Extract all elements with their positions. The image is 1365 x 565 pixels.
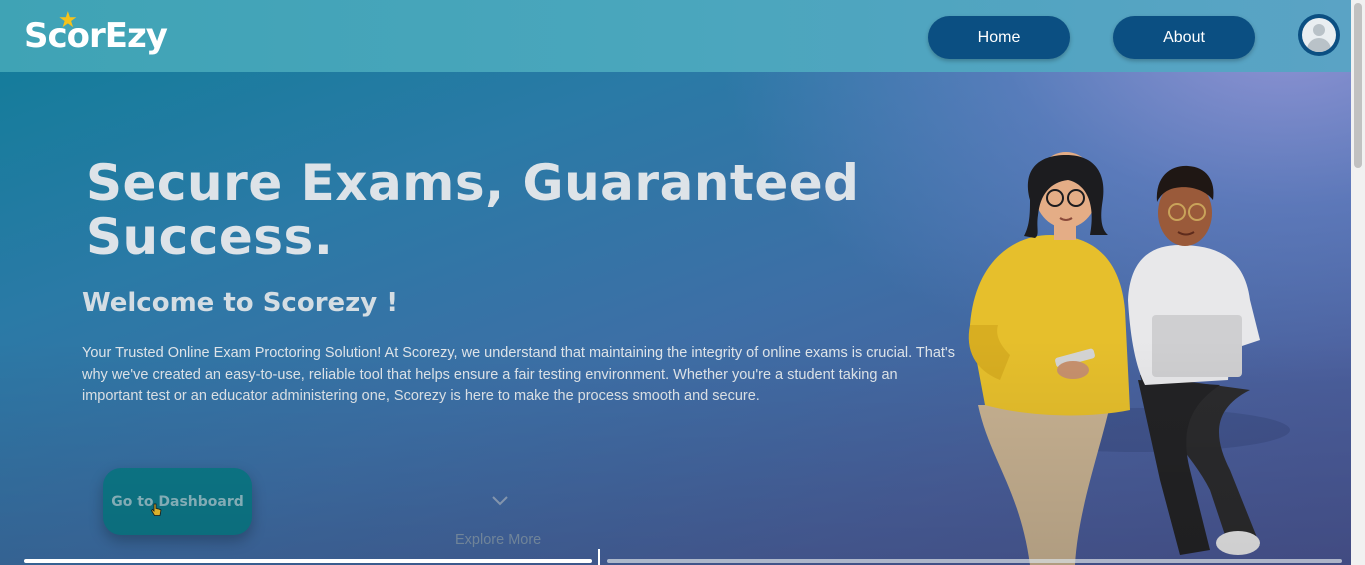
explore-more-link[interactable]: Explore More (455, 532, 541, 548)
video-progress-played[interactable] (24, 559, 592, 563)
home-button[interactable]: Home (928, 16, 1070, 59)
hero-title: Secure Exams, Guaranteed Success. (86, 154, 860, 266)
students-illustration (968, 152, 1290, 565)
video-progress-remaining[interactable] (607, 559, 1342, 563)
about-button[interactable]: About (1113, 16, 1255, 59)
scrollbar-thumb[interactable] (1354, 3, 1362, 168)
logo-text: ScorEzy (24, 16, 168, 56)
chevron-down-icon[interactable] (490, 494, 510, 508)
logo[interactable]: ★ ScorEzy (24, 10, 168, 62)
user-avatar-icon[interactable] (1298, 14, 1340, 56)
hero-description: Your Trusted Online Exam Proctoring Solu… (82, 345, 955, 404)
navbar: ★ ScorEzy Home About (0, 0, 1351, 72)
page: ★ ScorEzy Home About Secure Exams, Guara… (0, 0, 1351, 565)
video-progress-handle[interactable] (598, 549, 600, 565)
welcome-heading: Welcome to Scorezy ! (82, 288, 399, 318)
hand-pointer-icon (150, 503, 162, 516)
avatar-placeholder (1302, 18, 1336, 52)
go-to-dashboard-button[interactable]: Go to Dashboard (103, 468, 252, 535)
